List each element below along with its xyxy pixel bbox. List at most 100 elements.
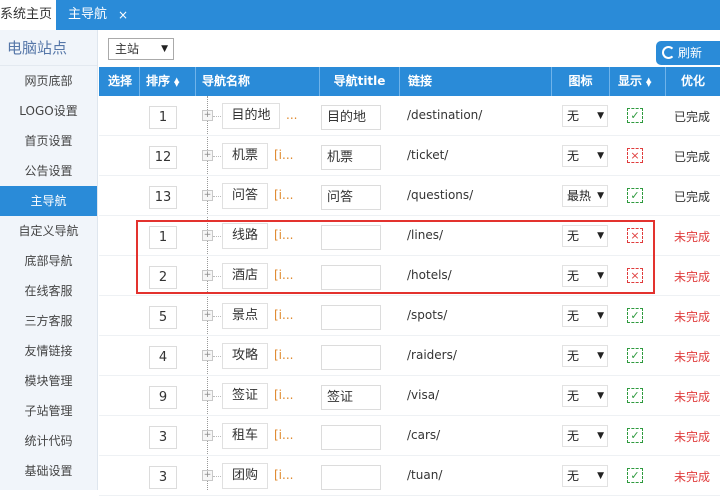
order-input[interactable]: 5 [149,306,177,329]
nav-link: /raiders/ [407,348,457,362]
nav-name-input[interactable]: 机票 [222,143,268,169]
checkbox-unchecked-icon[interactable]: × [627,148,643,163]
table-row: 3 + 租车 [i.../cars/无 ▼ ✓ 未完成 [99,416,720,456]
header-nav-name: 导航名称 [195,67,319,96]
sidebar-item[interactable]: 基础设置 [0,456,97,486]
sidebar-item[interactable]: 自定义导航 [0,216,97,246]
nav-name-note[interactable]: [i... [274,348,293,362]
nav-name-note[interactable]: [i... [274,148,293,162]
nav-title-input[interactable] [321,305,381,330]
nav-link: /spots/ [407,308,448,322]
nav-title-input[interactable]: 机票 [321,145,381,170]
nav-name-note[interactable]: ... [286,108,297,122]
optimize-status: 未完成 [674,270,711,284]
nav-name-input[interactable]: 景点 [222,303,268,329]
chevron-down-icon: ▼ [597,471,604,481]
header-show[interactable]: 显示 ▲ ▼ [609,67,665,96]
icon-select[interactable]: 无 ▼ [562,425,608,447]
header-nav-title: 导航title [319,67,399,96]
order-input[interactable]: 13 [149,186,177,209]
nav-name-note[interactable]: [i... [274,468,293,482]
nav-name-input[interactable]: 攻略 [222,343,268,369]
order-input[interactable]: 4 [149,346,177,369]
sidebar-item[interactable]: 统计代码 [0,426,97,456]
optimize-status: 未完成 [674,470,711,484]
nav-name-note[interactable]: [i... [274,308,293,322]
nav-title-input[interactable] [321,345,381,370]
order-input[interactable]: 12 [149,146,177,169]
chevron-down-icon: ▼ [597,191,604,201]
close-icon[interactable]: × [118,0,128,30]
sidebar-item[interactable]: 公告设置 [0,156,97,186]
icon-select-value: 无 [567,109,580,123]
checkbox-checked-icon[interactable]: ✓ [627,428,643,443]
header-sort[interactable]: 排序 ▲ ▼ [139,67,195,96]
nav-name-note[interactable]: [i... [274,188,293,202]
checkbox-checked-icon[interactable]: ✓ [627,348,643,363]
order-input[interactable]: 3 [149,426,177,449]
table-row: 9 + 签证 [i... 签证/visa/无 ▼ ✓ 未完成 [99,376,720,416]
sidebar-item[interactable]: 友情链接 [0,336,97,366]
chevron-down-icon: ▼ [597,431,604,441]
tab-home[interactable]: 系统主页 [0,0,56,30]
checkbox-checked-icon[interactable]: ✓ [627,308,643,323]
nav-name-note[interactable]: [i... [274,428,293,442]
checkbox-checked-icon[interactable]: ✓ [627,388,643,403]
sidebar-item[interactable]: 主导航 [0,186,97,216]
order-input[interactable]: 1 [149,106,177,129]
station-select[interactable]: 主站 ▼ [108,38,174,60]
expand-plus-icon[interactable]: + [202,150,213,161]
checkbox-checked-icon[interactable]: ✓ [627,468,643,483]
icon-select[interactable]: 无 ▼ [562,145,608,167]
nav-name-input[interactable]: 团购 [222,463,268,489]
expand-plus-icon[interactable]: + [202,430,213,441]
nav-title-input[interactable] [321,465,381,490]
icon-select[interactable]: 无 ▼ [562,105,608,127]
nav-title-input[interactable] [321,425,381,450]
table-row: 1 + 目的地... 目的地/destination/无 ▼ ✓ 已完成 [99,96,720,136]
icon-select[interactable]: 最热 ▼ [562,185,608,207]
expand-plus-icon[interactable]: + [202,310,213,321]
nav-link: /destination/ [407,108,483,122]
nav-title-input[interactable]: 问答 [321,185,381,210]
nav-name-input[interactable]: 目的地 [222,103,280,129]
chevron-down-icon: ▼ [597,111,604,121]
tree-connector [213,396,221,397]
order-input[interactable]: 9 [149,386,177,409]
icon-select[interactable]: 无 ▼ [562,385,608,407]
sidebar-item[interactable]: 底部导航 [0,246,97,276]
refresh-button[interactable]: 刷新 [656,41,720,65]
optimize-status: 未完成 [674,390,711,404]
sidebar-item[interactable]: LOGO设置 [0,96,97,126]
nav-title-input[interactable]: 目的地 [321,105,381,130]
checkbox-checked-icon[interactable]: ✓ [627,188,643,203]
nav-name-input[interactable]: 问答 [222,183,268,209]
nav-name-input[interactable]: 租车 [222,423,268,449]
nav-name-input[interactable]: 签证 [222,383,268,409]
sidebar-item[interactable]: 在线客服 [0,276,97,306]
expand-plus-icon[interactable]: + [202,390,213,401]
sidebar-item[interactable]: 首页设置 [0,126,97,156]
order-input[interactable]: 3 [149,466,177,489]
chevron-down-icon: ▼ [597,391,604,401]
expand-plus-icon[interactable]: + [202,190,213,201]
expand-plus-icon[interactable]: + [202,350,213,361]
expand-plus-icon[interactable]: + [202,110,213,121]
sidebar-item[interactable]: 网页底部 [0,66,97,96]
tab-bar: 系统主页 主导航 × [0,0,720,30]
sidebar-item[interactable]: 子站管理 [0,396,97,426]
nav-link: /ticket/ [407,148,449,162]
checkbox-checked-icon[interactable]: ✓ [627,108,643,123]
sidebar-item[interactable]: 模块管理 [0,366,97,396]
icon-select-value: 无 [567,469,580,483]
table-row: 13 + 问答 [i... 问答/questions/最热 ▼ ✓ 已完成 [99,176,720,216]
icon-select[interactable]: 无 ▼ [562,345,608,367]
sort-icon: ▲ ▼ [646,75,652,88]
nav-title-input[interactable]: 签证 [321,385,381,410]
sidebar-item[interactable]: 三方客服 [0,306,97,336]
icon-select[interactable]: 无 ▼ [562,305,608,327]
expand-plus-icon[interactable]: + [202,470,213,481]
icon-select[interactable]: 无 ▼ [562,465,608,487]
header-select: 选择 [108,74,133,88]
nav-name-note[interactable]: [i... [274,388,293,402]
